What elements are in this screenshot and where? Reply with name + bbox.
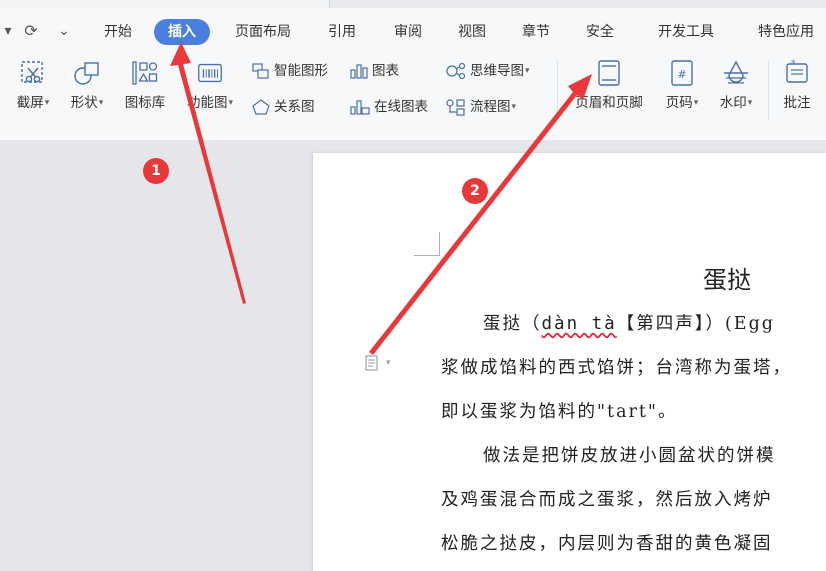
chevron-down-icon: ▾ — [386, 358, 391, 368]
online-chart-button[interactable]: 在线图表 — [349, 96, 428, 118]
annotation-badge-1: 1 — [143, 158, 169, 184]
comment-label: 批注 — [783, 95, 811, 111]
tab-view[interactable]: 视图 — [450, 19, 494, 45]
screenshot-label: 截屏 — [16, 95, 44, 111]
menu-bar: ▾ ⟳ ⌄ 开始 插入 页面布局 引用 审阅 视图 章节 安全 开发工具 特色应… — [0, 12, 826, 50]
text-run: 【第四声】）(Egg — [616, 314, 775, 334]
icon-library-icon — [130, 58, 160, 88]
barcode-icon — [195, 58, 225, 88]
chart-label: 图表 — [372, 63, 399, 79]
online-chart-label: 在线图表 — [374, 99, 428, 115]
redo-icon[interactable]: ⟳ — [20, 12, 42, 50]
paragraph-layout-button[interactable]: ▾ — [364, 353, 398, 373]
paragraph-icon — [365, 355, 378, 371]
comment-icon: * — [782, 58, 812, 88]
function-chart-label: 功能图 — [186, 95, 228, 111]
ribbon-divider — [557, 60, 558, 120]
chevron-down-icon: ▾ — [525, 66, 530, 76]
chart-button[interactable]: 图表 — [349, 60, 399, 82]
tab-insert[interactable]: 插入 — [154, 19, 210, 45]
relation-chart-label: 关系图 — [274, 99, 315, 115]
document-title[interactable]: 蛋挞 — [703, 260, 751, 295]
shapes-icon — [72, 58, 102, 88]
watermark-icon — [721, 58, 751, 88]
margin-corner-mark — [414, 232, 440, 256]
title-strip — [0, 0, 826, 8]
document-line[interactable]: 蛋挞（dàn tà【第四声】）(Egg — [483, 310, 775, 335]
chevron-down-icon: ▾ — [98, 98, 104, 108]
header-footer-label: 页眉和页脚 — [575, 95, 643, 111]
mind-map-label: 思维导图 — [470, 63, 524, 79]
page-number-label: 页码 — [665, 95, 693, 111]
svg-text:#: # — [677, 68, 686, 81]
icon-library-button[interactable]: 图标库 — [118, 58, 172, 112]
flow-chart-icon — [446, 99, 465, 116]
watermark-button[interactable]: 水印▾ — [712, 58, 760, 112]
tab-home[interactable]: 开始 — [96, 19, 140, 45]
screenshot-button[interactable]: 截屏▾ — [8, 58, 58, 112]
chevron-down-icon: ▾ — [228, 98, 234, 108]
mind-map-icon — [446, 62, 466, 80]
tab-references[interactable]: 引用 — [320, 19, 364, 45]
screenshot-icon — [18, 58, 48, 88]
icon-library-label: 图标库 — [124, 95, 166, 111]
tab-review[interactable]: 审阅 — [386, 19, 430, 45]
spell-error-text: dàn tà — [541, 314, 617, 334]
smart-art-button[interactable]: 智能图形 — [251, 60, 328, 82]
annotation-badge-2: 2 — [462, 178, 488, 204]
header-footer-button[interactable]: 页眉和页脚 — [567, 58, 651, 112]
chevron-down-icon: ▾ — [44, 98, 50, 108]
watermark-label: 水印 — [719, 95, 747, 111]
chevron-down-icon: ▾ — [747, 98, 753, 108]
online-chart-icon — [350, 100, 370, 115]
page-number-button[interactable]: # 页码▾ — [658, 58, 706, 112]
bar-chart-icon — [350, 64, 368, 79]
chevron-down-icon: ▾ — [511, 102, 517, 112]
document-tab[interactable] — [0, 0, 330, 8]
shape-button[interactable]: 形状▾ — [62, 58, 112, 112]
text-run: 蛋挞（ — [483, 314, 542, 334]
tab-special-apps[interactable]: 特色应用 — [748, 19, 824, 45]
ribbon-divider — [768, 60, 769, 120]
insert-ribbon: 截屏▾ 形状▾ 图标库 功能图▾ 智能图形 图表 思维导图 ▾ 关系图 在线图表… — [0, 52, 826, 132]
chevron-down-icon: ▾ — [693, 98, 699, 108]
tab-developer-tools[interactable]: 开发工具 — [648, 19, 724, 45]
app-top-area: ▾ ⟳ ⌄ 开始 插入 页面布局 引用 审阅 视图 章节 安全 开发工具 特色应… — [0, 0, 826, 140]
tab-page-layout[interactable]: 页面布局 — [225, 19, 301, 45]
mind-map-button[interactable]: 思维导图 ▾ — [445, 60, 530, 82]
document-line[interactable]: 松脆之挞皮，内层则为香甜的黄色凝固 — [441, 530, 773, 555]
smart-art-icon — [252, 63, 269, 79]
document-line[interactable]: 做法是把饼皮放进小圆盆状的饼模 — [483, 442, 776, 467]
document-line[interactable]: 浆做成馅料的西式馅饼；台湾称为蛋塔， — [441, 354, 792, 379]
document-line[interactable]: 及鸡蛋混合而成之蛋浆，然后放入烤炉 — [441, 486, 773, 511]
flow-chart-label: 流程图 — [470, 99, 511, 115]
relation-chart-icon — [252, 99, 270, 115]
function-chart-button[interactable]: 功能图▾ — [180, 58, 240, 112]
customize-quick-access-icon[interactable]: ⌄ — [54, 12, 74, 50]
tab-security[interactable]: 安全 — [578, 19, 622, 45]
page-number-icon: # — [667, 58, 697, 88]
shape-label: 形状 — [70, 95, 98, 111]
smart-art-label: 智能图形 — [274, 63, 328, 79]
flow-chart-button[interactable]: 流程图 ▾ — [445, 96, 516, 118]
tab-chapter[interactable]: 章节 — [514, 19, 558, 45]
document-line[interactable]: 即以蛋浆为馅料的"tart"。 — [441, 398, 677, 423]
comment-button[interactable]: * 批注 — [776, 58, 818, 112]
header-footer-icon — [594, 58, 624, 88]
quick-access-caret-icon[interactable]: ▾ — [2, 12, 14, 50]
svg-text:*: * — [791, 59, 796, 69]
relation-chart-button[interactable]: 关系图 — [251, 96, 315, 118]
